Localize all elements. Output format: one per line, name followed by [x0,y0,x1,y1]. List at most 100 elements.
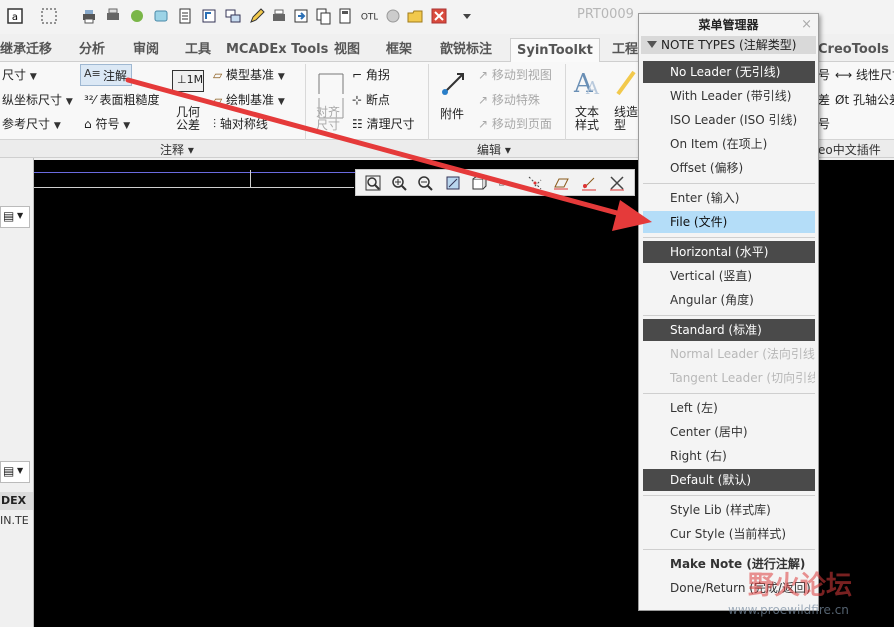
menu-item-left[interactable]: Left (左) [643,397,815,419]
tab-view[interactable]: 视图 [334,38,360,62]
tab-syintoolkt[interactable]: SyinToolkt [510,38,600,62]
shaded-icon[interactable] [152,7,170,25]
model-datum-button[interactable]: ▱ 模型基准 ▼ [213,67,285,85]
menu-item-normal-leader: Normal Leader (法向引线) [670,347,815,361]
axis-symmetry-button[interactable]: ⫶ 轴对称线 [213,116,268,132]
menu-item-default[interactable]: Default (默认) [643,469,815,491]
geometric-tolerance-icon[interactable]: ⊥1M [172,70,204,92]
printer-icon[interactable] [80,7,98,25]
menu-separator [643,315,815,316]
clean-dimensions-button[interactable]: ☷ 清理尺寸 [352,116,415,132]
ribbon-item-fragment: 差 [818,93,831,107]
qat-dropdown-icon[interactable] [458,7,476,25]
tab-tools[interactable]: 工具 [185,38,211,62]
tab-creotools[interactable]: CreoTools [818,38,889,62]
tree-icon[interactable]: ▤ ▼ [0,206,30,228]
datum-display-icon[interactable]: ▱ [498,174,516,192]
linear-dimension-button[interactable]: ⟷ 线性尺寸 [835,67,894,83]
hole-shaft-tolerance-button[interactable]: Øt 孔轴公差 [835,92,894,108]
zoom-in-icon[interactable] [390,174,408,192]
menu-separator [643,495,815,496]
close-icon[interactable]: × [801,17,812,32]
pencil-icon[interactable] [248,7,266,25]
ordinate-dimension-button[interactable]: 纵坐标尺寸 ▼ [2,92,73,110]
disabled-circle-icon[interactable] [384,7,402,25]
move-icon: ↗ [478,93,492,107]
note-types-header[interactable]: NOTE TYPES (注解类型) [641,36,816,54]
line-style-icon[interactable] [616,68,638,98]
menu-item-tangent-leader: Tangent Leader (切向引线) [670,371,815,385]
calc-icon[interactable] [336,7,354,25]
tab-mcadex-tools[interactable]: MCADEx Tools [226,38,328,62]
surface-finish-button[interactable]: ³²⁄ 表面粗糙度 [84,92,159,108]
ribbon-item-hao[interactable]: 号 [818,67,830,83]
draw-datum-button[interactable]: ▱ 绘制基准 ▼ [213,92,285,110]
folder-icon[interactable] [406,7,424,25]
move-special-button[interactable]: ↗ 移动特殊 [478,92,540,108]
zoom-fit-icon[interactable] [364,174,382,192]
group-edit-label[interactable]: 编辑 ▾ [477,141,511,158]
windows-icon[interactable] [224,7,242,25]
tab-engineering[interactable]: 工程 [612,38,638,62]
print-icon[interactable] [270,7,288,25]
menu-item-center[interactable]: Center (居中) [643,421,815,443]
copy-icon[interactable] [314,7,332,25]
point-display-icon[interactable] [580,174,598,192]
menu-item-iso-leader[interactable]: ISO Leader (ISO 引线) [643,109,815,131]
tab-review[interactable]: 审阅 [133,38,159,62]
dimension-button[interactable]: 尺寸 ▼ [2,67,37,85]
layer-icon[interactable]: ▤ ▼ [0,461,30,483]
move-to-view-button[interactable]: ↗ 移动到视图 [478,67,552,83]
ribbon-item-hao2[interactable]: 号 [818,116,830,132]
dashed-select-icon[interactable] [40,7,58,25]
note-button[interactable]: A≡ 注解 [80,64,132,86]
csys-display-icon[interactable] [608,174,626,192]
close-window-icon[interactable] [430,7,448,25]
datum-plane-icon: ▱ [213,93,227,107]
green-ball-icon[interactable] [128,7,146,25]
tree-item[interactable]: IN.TE [0,514,29,527]
tab-frame[interactable]: 框架 [386,38,412,62]
export-icon[interactable] [292,7,310,25]
menu-item-with-leader[interactable]: With Leader (带引线) [643,85,815,107]
plane-display-icon[interactable] [552,174,570,192]
menu-manager-title: 菜单管理器 [698,18,759,32]
attach-icon[interactable] [437,68,469,100]
zoom-out-icon[interactable] [416,174,434,192]
breakpoint-button[interactable]: ⊹ 断点 [352,92,390,108]
move-to-page-button[interactable]: ↗ 移动到页面 [478,116,552,132]
menu-item-angular[interactable]: Angular (角度) [643,289,815,311]
menu-item-cur-style[interactable]: Cur Style (当前样式) [643,523,815,545]
clean-dims-icon: ☷ [352,117,367,131]
tab-analysis[interactable]: 分析 [79,38,105,62]
menu-item-no-leader[interactable]: No Leader (无引线) [643,61,815,83]
tab-xinrui-annotation[interactable]: 歆锐标注 [440,38,492,62]
menu-item-file[interactable]: File (文件) [643,211,815,233]
menu-item-on-item[interactable]: On Item (在项上) [643,133,815,155]
menu-item-enter[interactable]: Enter (输入) [643,187,815,209]
regenerate-icon[interactable] [200,7,218,25]
group-plugin-label[interactable]: eo中文插件 [818,141,881,158]
drawing-border-line [34,172,374,173]
print-preview-icon[interactable] [104,7,122,25]
corner-button[interactable]: ⌐ 角拐 [352,67,390,83]
otl-icon[interactable]: OTL [360,7,382,25]
align-dimensions-button[interactable]: 对齐 尺寸 [316,106,340,132]
reference-dimension-button[interactable]: 参考尺寸 ▼ [2,116,61,134]
text-style-icon[interactable]: AA [572,66,606,98]
axis-display-icon[interactable] [526,174,544,192]
document-icon[interactable] [176,7,194,25]
menu-item-horizontal[interactable]: Horizontal (水平) [643,241,815,263]
menu-item-right[interactable]: Right (右) [643,445,815,467]
symbol-button[interactable]: ⌂ 符号 ▼ [84,116,130,134]
repaint-icon[interactable] [444,174,462,192]
menu-item-standard[interactable]: Standard (标准) [643,319,815,341]
group-annotation-label[interactable]: 注释 ▾ [160,141,194,158]
menu-item-vertical[interactable]: Vertical (竖直) [643,265,815,287]
chevron-down-icon: ▼ [53,121,61,131]
display-style-icon[interactable] [470,174,488,192]
tab-inheritance[interactable]: 继承迁移 [0,38,52,62]
menu-item-offset[interactable]: Offset (偏移) [643,157,815,179]
menu-item-style-lib[interactable]: Style Lib (样式库) [643,499,815,521]
select-box-icon[interactable]: a [6,7,24,25]
